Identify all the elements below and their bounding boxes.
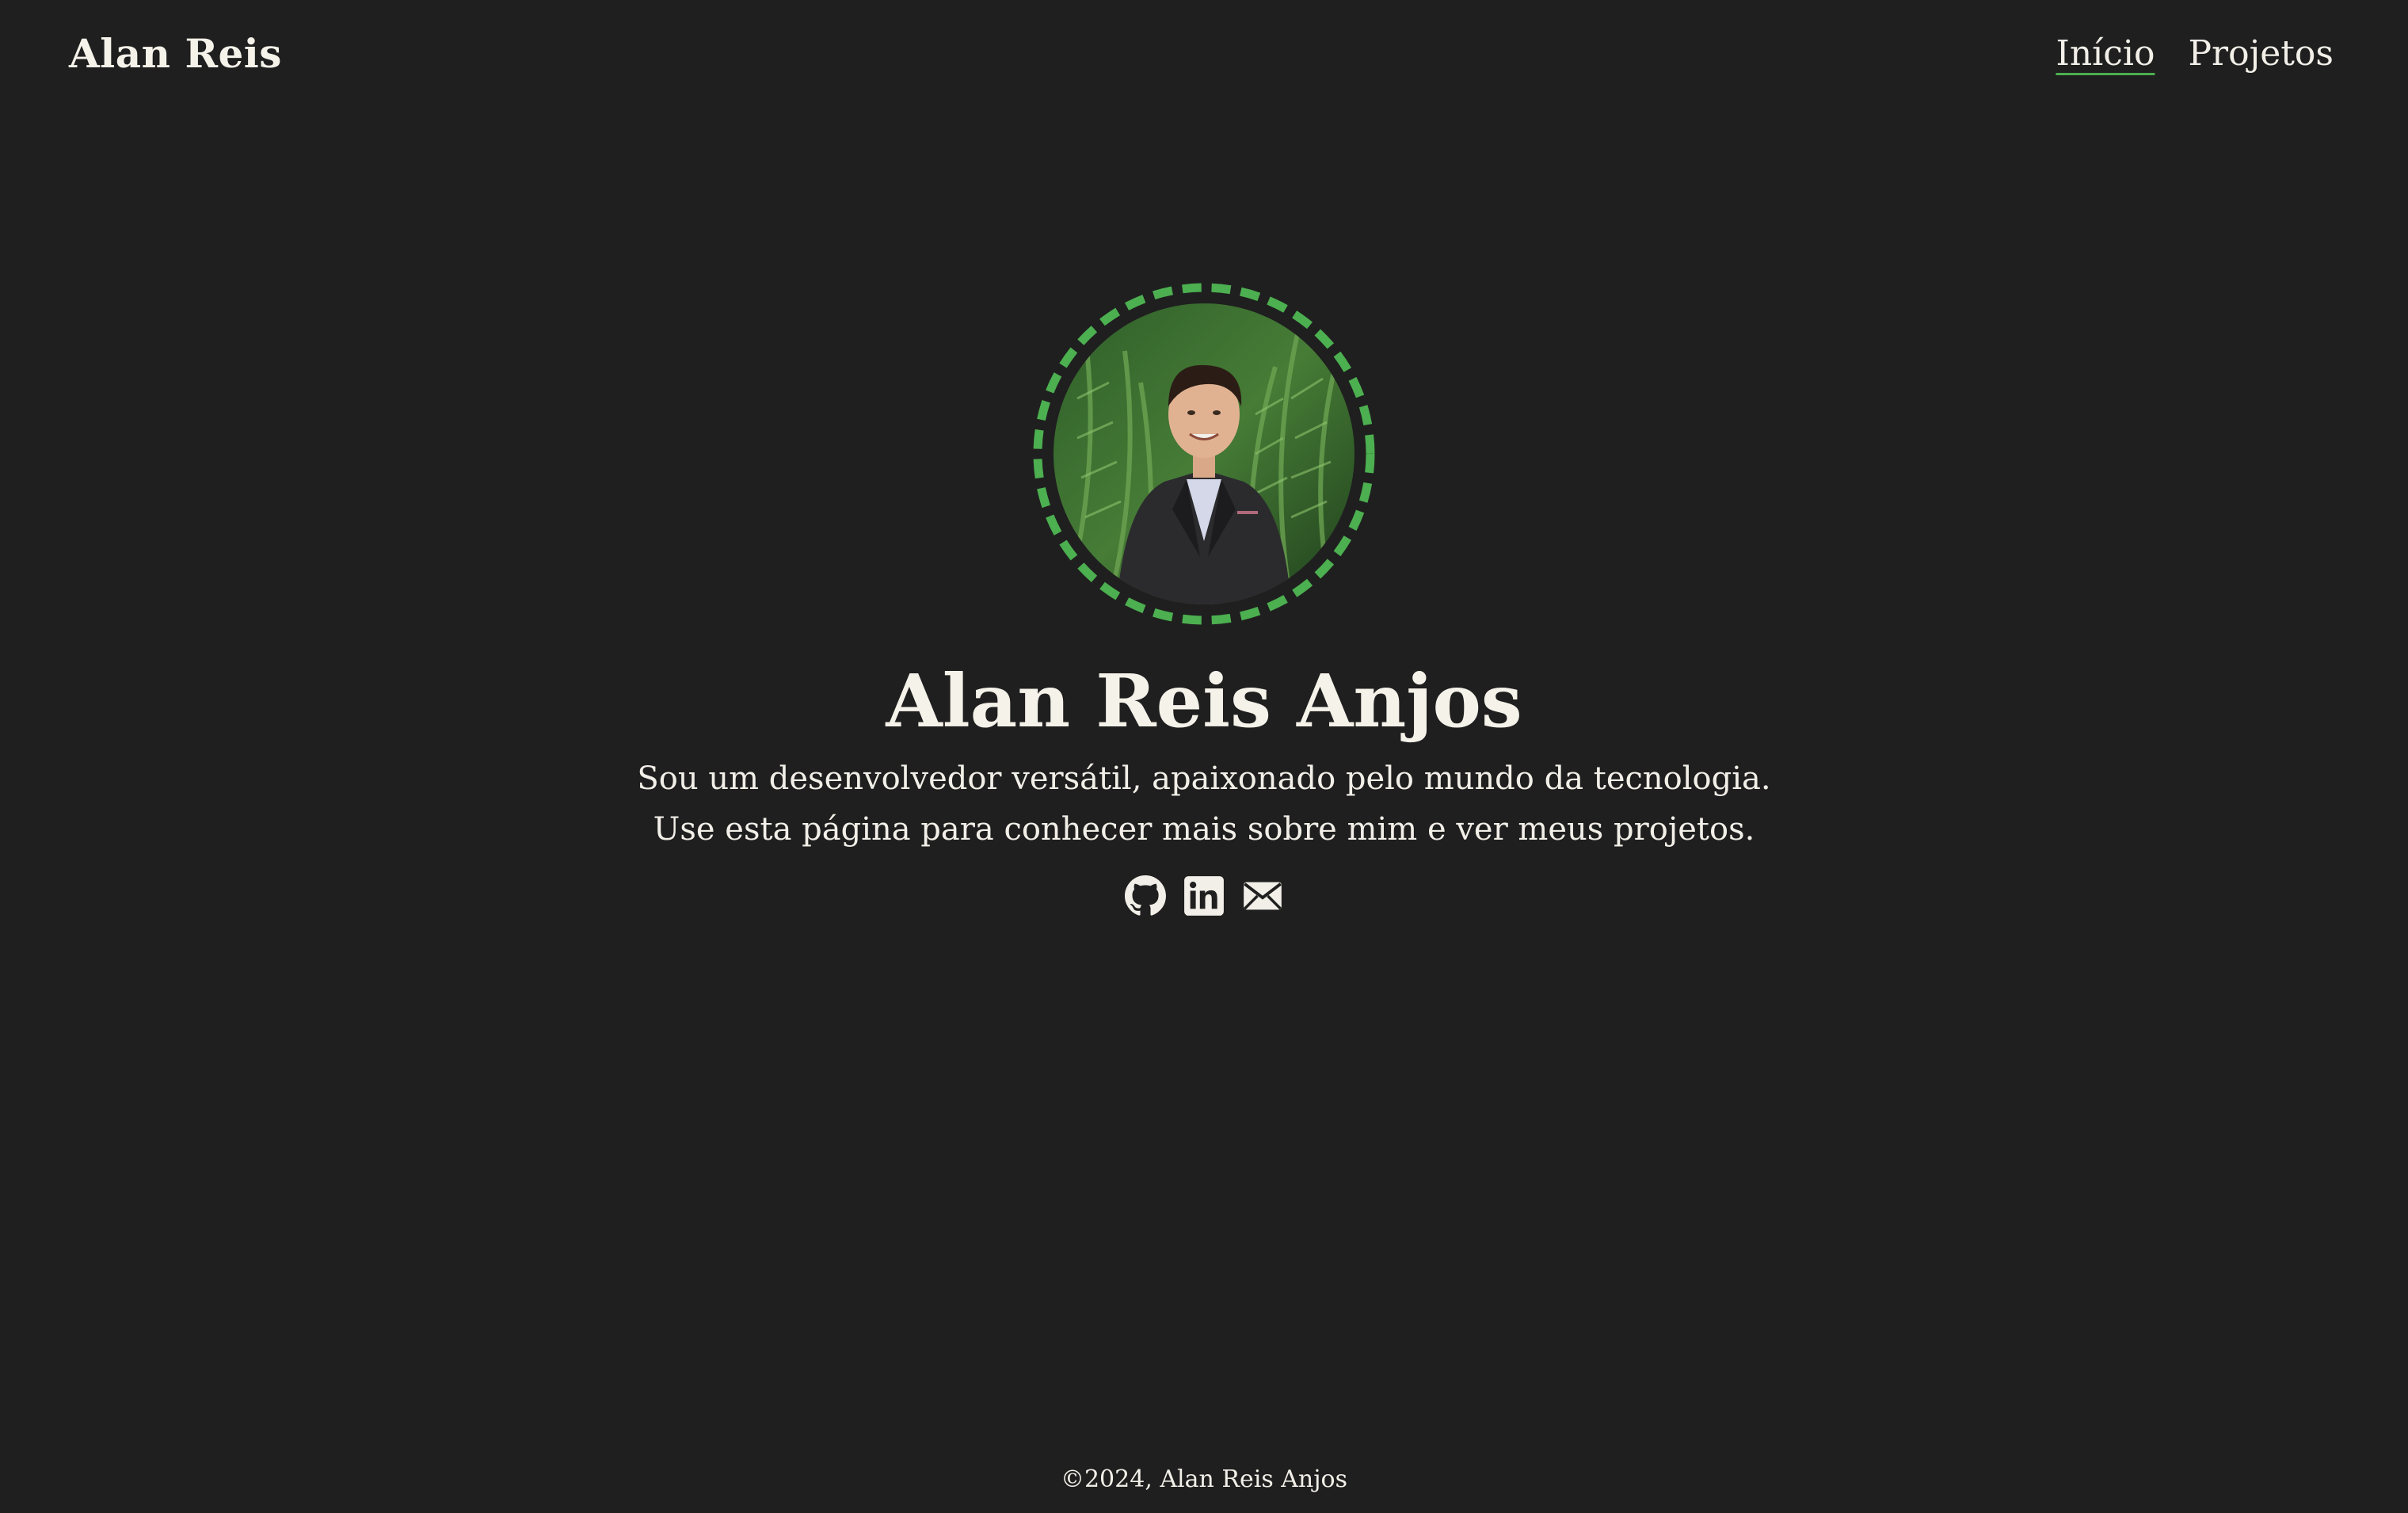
linkedin-icon[interactable] — [1183, 875, 1225, 917]
mail-icon[interactable] — [1242, 875, 1283, 917]
profile-bio: Sou um desenvolvedor versátil, apaixonad… — [0, 753, 2408, 855]
nav-link-inicio[interactable]: Início — [2056, 33, 2155, 74]
page: Alan Reis Início Projetos Alan Reis Anjo… — [0, 0, 2408, 1513]
bio-line-1: Sou um desenvolvedor versátil, apaixonad… — [637, 760, 1771, 797]
site-brand[interactable]: Alan Reis — [69, 30, 282, 77]
site-footer: ©2024, Alan Reis Anjos — [0, 1465, 2408, 1493]
profile-photo — [1054, 303, 1354, 604]
hero-section: Alan Reis Anjos Sou um desenvolvedor ver… — [0, 280, 2408, 917]
profile-name: Alan Reis Anjos — [886, 658, 1522, 744]
nav-link-projetos[interactable]: Projetos — [2188, 33, 2334, 74]
footer-copyright: ©2024, Alan Reis Anjos — [1060, 1465, 1348, 1493]
main-nav: Início Projetos — [2056, 33, 2334, 74]
social-links — [0, 875, 2408, 917]
avatar — [1030, 280, 1378, 628]
site-header: Alan Reis Início Projetos — [0, 0, 2408, 119]
github-icon[interactable] — [1125, 875, 1166, 917]
bio-line-2: Use esta página para conhecer mais sobre… — [653, 810, 1755, 848]
